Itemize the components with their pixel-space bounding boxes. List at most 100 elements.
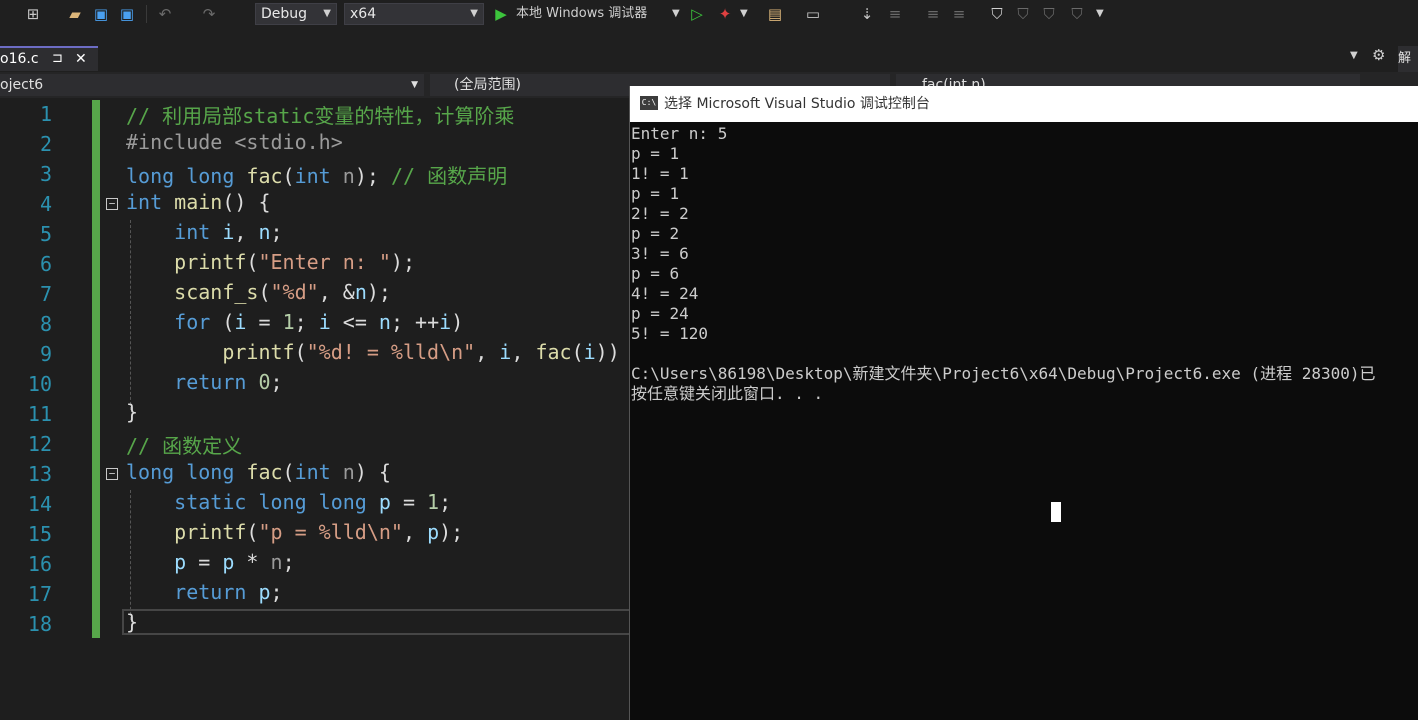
code-token: // 函数声明 [378, 164, 508, 188]
code-token: )) [595, 340, 620, 364]
console-app-icon: C:\ [640, 96, 658, 110]
code-token: printf [174, 520, 247, 544]
project-dropdown[interactable]: oject6 ▼ [0, 74, 424, 96]
code-token: i [439, 310, 452, 334]
code-line[interactable]: for (i = 1; i <= n; ++i) [126, 310, 463, 334]
undo-icon[interactable]: ↶ [156, 4, 174, 24]
line-number: 14 [27, 492, 52, 516]
line-number: 4 [39, 192, 52, 216]
code-token: } [126, 400, 139, 424]
platform-dropdown[interactable]: x64 ▼ [344, 3, 484, 25]
code-token: = [390, 490, 428, 514]
document-tab[interactable]: o16.c ⊐ ✕ [0, 46, 98, 71]
code-line[interactable]: } [126, 610, 138, 634]
start-debug-icon[interactable]: ▶ [492, 4, 510, 24]
code-token: ); [366, 280, 391, 304]
code-line[interactable]: static long long p = 1; [126, 490, 451, 514]
code-token: 1 [427, 490, 440, 514]
code-line[interactable]: int i, n; [126, 220, 282, 244]
comment-icon[interactable]: ≡ [924, 4, 942, 24]
console-output: Enter n: 5 p = 1 1! = 1 p = 1 2! = 2 p =… [631, 124, 1376, 403]
code-line[interactable]: #include <stdio.h> [126, 130, 343, 154]
code-token: static long long [174, 490, 379, 514]
next-bookmark-icon[interactable]: ⛉ [1040, 4, 1058, 24]
code-line[interactable]: scanf_s("%d", &n); [126, 280, 391, 304]
chevron-down-icon[interactable]: ▼ [672, 4, 680, 24]
prev-bookmark-icon[interactable]: ⛉ [1014, 4, 1032, 24]
code-line[interactable]: printf("%d! = %lld\n", i, fac(i)) [126, 340, 620, 364]
start-without-debug-icon[interactable]: ▷ [688, 4, 706, 24]
gear-icon[interactable]: ⚙ [1372, 46, 1385, 64]
code-token: main [174, 190, 223, 214]
code-token: ( [282, 164, 295, 188]
code-line[interactable]: long long fac(int n); // 函数声明 [126, 160, 507, 189]
code-editor[interactable]: − − 1 2 3 4 5 6 7 8 9 10 11 12 13 14 15 … [0, 98, 632, 720]
open-folder-icon[interactable]: ▰ [66, 4, 84, 24]
code-line[interactable]: long long fac(int n) { [126, 460, 391, 484]
code-token: "p = %lld\n" [258, 520, 403, 544]
new-project-icon[interactable]: ⊞ [24, 4, 42, 24]
chevron-down-icon[interactable]: ▼ [1096, 4, 1104, 24]
start-debug-button[interactable]: 本地 Windows 调试器 [516, 4, 647, 24]
code-token: } [126, 610, 139, 634]
align-icon[interactable]: ≡ [886, 4, 904, 24]
close-icon[interactable]: ✕ [75, 48, 87, 70]
code-token: return [174, 370, 259, 394]
collapse-icon[interactable]: − [106, 198, 118, 210]
chevron-down-icon: ▼ [411, 80, 418, 90]
redo-icon[interactable]: ↷ [200, 4, 218, 24]
code-token: ( [258, 280, 271, 304]
window-layout-icon[interactable]: ▭ [804, 4, 822, 24]
console-title: 选择 Microsoft Visual Studio 调试控制台 [664, 96, 930, 112]
code-token: ) { [354, 460, 391, 484]
code-token: "Enter n: " [258, 250, 391, 274]
code-token: , [402, 520, 428, 544]
code-token: fac [535, 340, 572, 364]
code-token: // 函数定义 [126, 434, 243, 458]
code-line[interactable]: int main() { [126, 190, 271, 214]
code-token: 1 [282, 310, 295, 334]
code-line[interactable]: return 0; [126, 370, 283, 394]
code-token: int [174, 220, 223, 244]
uncomment-icon[interactable]: ≡ [950, 4, 968, 24]
clear-bookmarks-icon[interactable]: ⛉ [1068, 4, 1086, 24]
debug-console-window[interactable]: C:\ 选择 Microsoft Visual Studio 调试控制台 Ent… [629, 86, 1418, 720]
code-token: ( [571, 340, 584, 364]
code-token: #include <stdio.h> [126, 130, 343, 154]
hot-reload-icon[interactable]: ✦ [716, 4, 734, 24]
step-icon[interactable]: ⇣ [858, 4, 876, 24]
code-token: ; [270, 370, 283, 394]
bookmark-icon[interactable]: ⛉ [988, 4, 1006, 24]
code-line[interactable]: printf("Enter n: "); [126, 250, 415, 274]
solution-explorer-icon[interactable]: ▤ [766, 4, 784, 24]
chevron-down-icon[interactable]: ▼ [740, 4, 748, 24]
tab-overflow-chevron-icon[interactable]: ▼ [1350, 50, 1358, 61]
collapse-icon[interactable]: − [106, 468, 118, 480]
code-line[interactable]: // 利用局部static变量的特性，计算阶乘 [126, 100, 514, 129]
code-line[interactable]: return p; [126, 580, 282, 604]
code-token: ; [294, 310, 319, 334]
configuration-dropdown[interactable]: Debug ▼ [255, 3, 337, 25]
code-token: , [475, 340, 500, 364]
code-line[interactable]: // 函数定义 [126, 430, 242, 459]
pin-icon[interactable]: ⊐ [52, 48, 63, 70]
console-title-bar[interactable]: C:\ 选择 Microsoft Visual Studio 调试控制台 [630, 86, 1418, 122]
code-token: ( [282, 460, 295, 484]
code-line[interactable]: printf("p = %lld\n", p); [126, 520, 463, 544]
code-token: printf [174, 250, 247, 274]
save-icon[interactable]: ▣ [92, 4, 110, 24]
right-side-panel[interactable]: 解 [1398, 46, 1418, 72]
project-name: oject6 [0, 77, 44, 93]
code-line[interactable]: p = p * n; [126, 550, 294, 574]
save-all-icon[interactable]: ▣ [118, 4, 136, 24]
code-token: i [583, 340, 596, 364]
code-token: int [294, 460, 343, 484]
code-token: ( [294, 340, 307, 364]
code-line[interactable]: } [126, 400, 138, 424]
